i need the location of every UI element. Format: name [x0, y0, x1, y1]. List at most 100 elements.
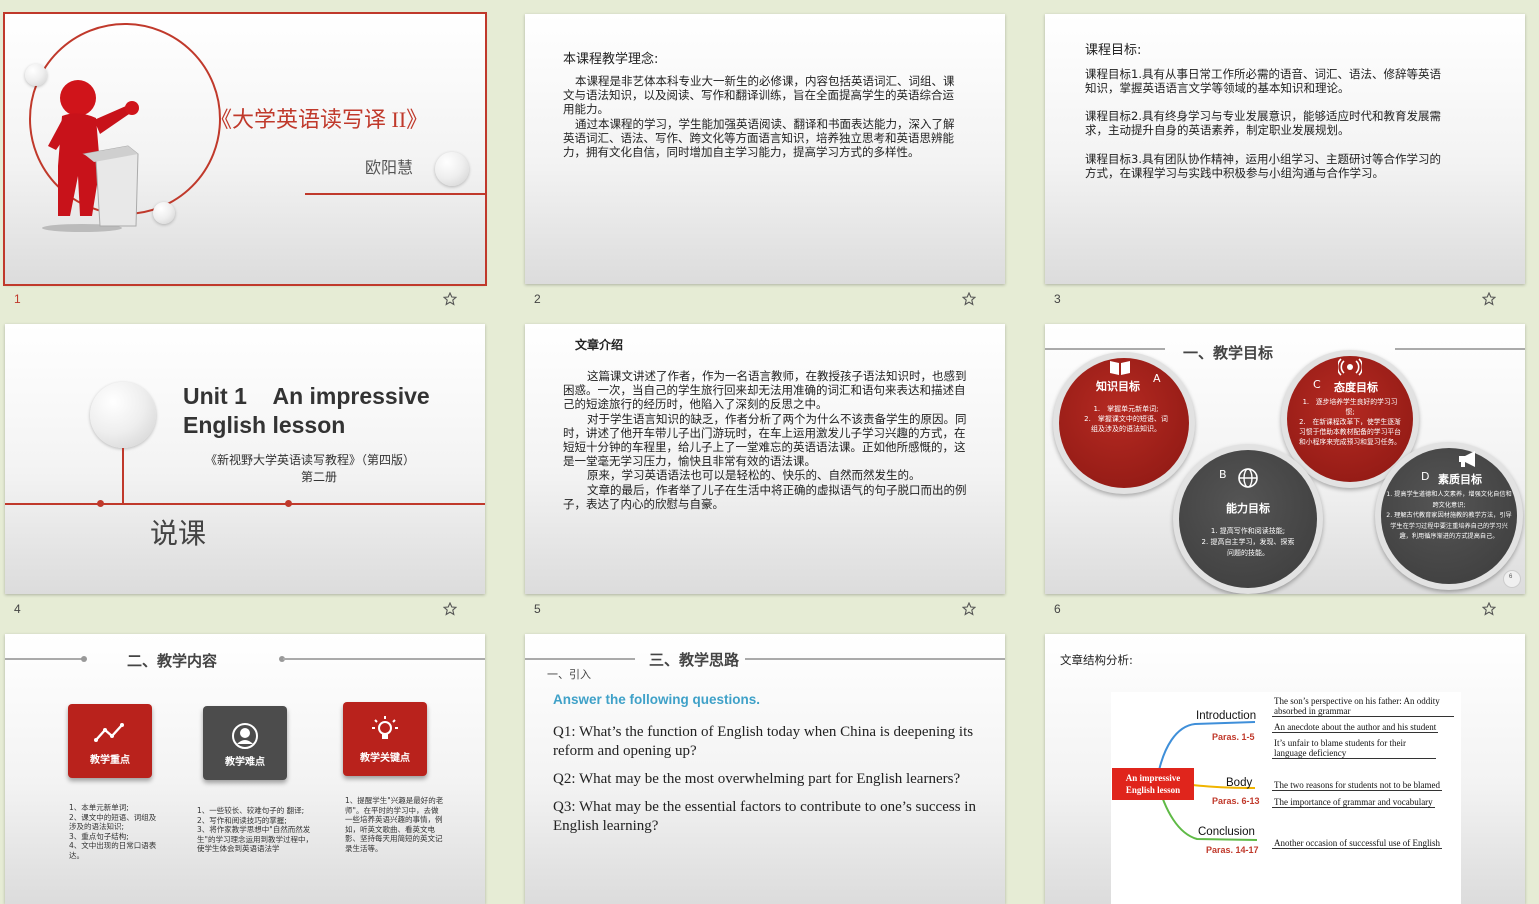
slide-number: 5	[534, 602, 541, 616]
divider-dot	[285, 500, 292, 507]
box-label: 教学关键点	[360, 753, 410, 764]
slide-subheading: 一、引入	[547, 668, 591, 681]
lightbulb-icon	[372, 716, 398, 739]
slide-author: 欧阳慧	[365, 158, 414, 177]
list-item: 1、一些较长、较难句子的 翻译;	[197, 806, 305, 815]
paragraph-1: 本课程是非艺体本科专业大一新生的必修课，内容包括英语词汇、词组、课文与语法知识，…	[563, 74, 955, 117]
slide-paragraph: 本课程是非艺体本科专业大一新生的必修课，内容包括英语词汇、词组、课文与语法知识，…	[563, 74, 958, 159]
slide-number: 4	[14, 602, 21, 616]
globe-icon	[1238, 468, 1258, 488]
slide-number: 2	[534, 292, 541, 306]
list-item: 2、课文中的短语、词组及涉及的语法知识;	[69, 812, 157, 832]
slide-thumbnail-8[interactable]: 三、教学思路 一、引入 Answer the following questio…	[525, 634, 1005, 904]
star-icon[interactable]	[962, 292, 976, 306]
slide-number: 3	[1054, 292, 1061, 306]
goal-title-d: 素质目标	[1438, 473, 1482, 486]
goal-item: 2. 在新课程改革下，使学生逐渐习惯于借助本教材配备的学习平台和小程序来完成预习…	[1299, 418, 1401, 446]
goal-letter-b: B	[1219, 468, 1227, 481]
goal-items-d: 1. 提高学生道德和人文素养，增强文化自信和跨文化意识; 2. 理解古代教育家因…	[1385, 490, 1513, 543]
list-item: 4、文中出现的日常口语表达。	[69, 841, 157, 860]
megaphone-icon	[1459, 451, 1475, 467]
paragraph-4: 文章的最后，作者举了儿子在生活中将正确的虚拟语气的句子脱口而出的例子，表达了内心…	[563, 482, 967, 511]
broadcast-icon	[1338, 358, 1362, 376]
slide-thumbnail-3[interactable]: 课程目标: 课程目标1.具有从事日常工作所必需的语音、词汇、语法、修辞等英语知识…	[1045, 14, 1525, 284]
branch-body-paras: Paras. 6-13	[1212, 796, 1260, 806]
goal-item: 1. 提高学生道德和人文素养，增强文化自信和跨文化意识;	[1386, 491, 1512, 509]
content-box-key: 教学重点	[68, 704, 152, 778]
trend-chart-icon	[94, 723, 124, 742]
divider-dot	[97, 500, 104, 507]
leaf-node: An anecdote about the author and his stu…	[1272, 722, 1439, 733]
decor-bubble	[90, 382, 156, 448]
goal-items-a: 1. 掌握单元新单词; 2. 掌握课文中的短语、词组及涉及的语法知识。	[1083, 404, 1169, 434]
mindmap-center: An impressive English lesson	[1112, 768, 1194, 800]
goal-item: 1. 逐步培养学生良好的学习习惯;	[1302, 398, 1398, 416]
list-item: 1、提醒学生"兴趣是最好的老师"。在平时的学习中，去做一些培养英语兴趣的事情，例…	[345, 796, 444, 853]
divider-dot	[81, 656, 87, 662]
branch-intro: Introduction	[1196, 710, 1257, 722]
box-list: 1、一些较长、较难句子的 翻译; 2、写作和阅读技巧的掌握; 3、将作家教学思想…	[197, 806, 315, 854]
slide-thumbnail-9[interactable]: 文章结构分析: An impressive English lesson Int…	[1045, 634, 1525, 904]
list-item: 3、将作家教学思想中"自然而然发生"的学习理念运用到教学过程中，使学生体会到英语…	[197, 825, 313, 853]
goal-2: 课程目标2.具有终身学习与专业发展意识，能够适应时代和教育发展需求，主动提升自身…	[1085, 109, 1441, 138]
book-volume: 第二册	[301, 470, 338, 484]
divider-line	[1395, 348, 1525, 350]
decor-bubble	[435, 152, 469, 186]
goal-items-c: 1. 逐步培养学生良好的学习习惯; 2. 在新课程改革下，使学生逐渐习惯于借助本…	[1299, 397, 1401, 447]
star-icon[interactable]	[1482, 292, 1496, 306]
user-gear-icon	[232, 723, 258, 749]
leaf-node: It’s unfair to blame students for their …	[1272, 738, 1436, 759]
leaf-node: The two reasons for students not to be b…	[1272, 780, 1442, 791]
presenter-figure-icon	[42, 80, 139, 232]
leaf-node: The importance of grammar and vocabulary	[1272, 797, 1435, 808]
goal-items-b: 1. 提高写作和阅读技能; 2. 提高自主学习，发现、探索问题的技能。	[1201, 526, 1295, 559]
question-prompt: Answer the following questions.	[553, 692, 761, 707]
divider-line	[745, 658, 1005, 660]
goal-title-a: 知识目标	[1096, 380, 1140, 393]
goal-item: 1. 提高写作和阅读技能;	[1210, 527, 1286, 535]
slide-heading: 三、教学思路	[649, 651, 740, 669]
unit-title-b: English lesson	[183, 412, 346, 438]
slide-thumbnail-5[interactable]: 文章介绍 这篇课文讲述了作者，作为一名语言教师，在教授孩子语法知识时，也感到困惑…	[525, 324, 1005, 594]
slide-thumbnail-7[interactable]: 二、教学内容 教学重点 教学难点 教学关键点 1、本单元新单词; 2、课文中的短…	[5, 634, 485, 904]
slide-title: 《大学英语读写译 II》	[210, 107, 429, 132]
star-icon[interactable]	[443, 292, 457, 306]
star-icon[interactable]	[1482, 602, 1496, 616]
paragraph-2: 对于学生语言知识的缺乏，作者分析了两个为什么不该责备学生的原因。同时，讲述了他开…	[563, 411, 967, 469]
slide-thumbnail-2[interactable]: 本课程教学理念: 本课程是非艺体本科专业大一新生的必修课，内容包括英语词汇、词组…	[525, 14, 1005, 284]
goal-item: 1. 掌握单元新单词;	[1093, 405, 1159, 413]
question-1: Q1: What’s the function of English today…	[553, 724, 974, 759]
star-icon[interactable]	[962, 602, 976, 616]
divider-line	[5, 503, 485, 505]
paragraph-3: 原来，学习英语语法也可以是轻松的、快乐的、自然而然发生的。	[587, 468, 921, 483]
divider-line	[5, 658, 83, 660]
list-item: 1、本单元新单词;	[69, 803, 129, 812]
slide-thumbnail-6[interactable]: 一、教学目标 A 知识目标 1. 掌握单元新单词; 2. 掌握课文中的短语、词组…	[1045, 324, 1525, 594]
divider-line	[122, 448, 124, 504]
branch-intro-paras: Paras. 1-5	[1212, 732, 1255, 742]
slide-heading: 课程目标:	[1085, 43, 1142, 58]
box-label: 教学重点	[90, 755, 130, 766]
paragraph-2: 通过本课程的学习，学生能加强英语阅读、翻译和书面表达能力，深入了解英语词汇、语法…	[563, 116, 955, 160]
slide-heading: 文章介绍	[575, 338, 624, 352]
star-icon[interactable]	[443, 602, 457, 616]
list-item: 2、写作和阅读技巧的掌握;	[197, 815, 287, 825]
slide-number: 6	[1054, 602, 1061, 616]
leaf-node: Another occasion of successful use of En…	[1272, 838, 1442, 849]
book-icon	[1110, 361, 1130, 375]
page-number: 6	[1509, 574, 1513, 580]
slide-paragraph: 这篇课文讲述了作者，作为一名语言教师，在教授孩子语法知识时，也感到困惑。一次，当…	[563, 369, 975, 511]
slide-number: 1	[14, 292, 21, 306]
leaf-node: The son’s perspective on his father: An …	[1272, 696, 1454, 717]
box-list: 1、提醒学生"兴趣是最好的老师"。在平时的学习中，去做一些培养英语兴趣的事情，例…	[345, 796, 445, 853]
unit-title-a: An impressive	[272, 383, 430, 409]
divider-line	[1045, 348, 1165, 350]
goal-3: 课程目标3.具有团队协作精神，运用小组学习、主题研讨等合作学习的方式，在课程学习…	[1085, 152, 1441, 181]
goal-1: 课程目标1.具有从事日常工作所必需的语音、词汇、语法、修辞等英语知识，掌握英语语…	[1085, 67, 1441, 96]
goal-title-c: 态度目标	[1334, 381, 1378, 394]
slide-label: 说课	[150, 517, 207, 550]
goal-item: 2. 掌握课文中的短语、词组及涉及的语法知识。	[1084, 415, 1168, 433]
question-2: Q2: What may be the most overwhelming pa…	[553, 771, 961, 787]
slide-thumbnail-4[interactable]: Unit 1 An impressive English lesson 《新视野…	[5, 324, 485, 594]
slide-thumbnail-1[interactable]: 《大学英语读写译 II》 欧阳慧	[3, 12, 487, 286]
